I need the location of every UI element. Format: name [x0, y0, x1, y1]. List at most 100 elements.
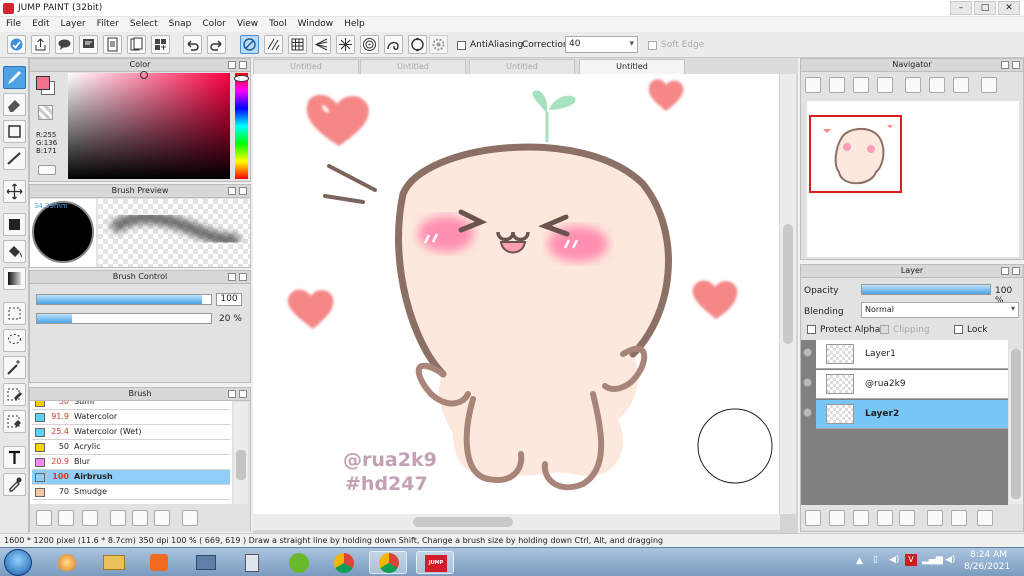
- rotate-reset-icon[interactable]: [953, 77, 969, 93]
- folder-icon[interactable]: [132, 510, 148, 526]
- brush-item[interactable]: 70 Smudge: [32, 485, 230, 500]
- brush-tool[interactable]: [3, 66, 26, 89]
- hue-handle[interactable]: [234, 75, 249, 82]
- close-icon[interactable]: [1012, 267, 1020, 275]
- bucket-icon[interactable]: [3, 240, 26, 263]
- float-icon[interactable]: [228, 390, 236, 398]
- check-circle-icon[interactable]: [7, 35, 26, 54]
- menu-color[interactable]: Color: [196, 17, 231, 29]
- line-tool[interactable]: [3, 147, 26, 170]
- merge-layer-icon[interactable]: [951, 510, 967, 526]
- chrome-icon[interactable]: [325, 551, 363, 574]
- new-raster-layer-icon[interactable]: [829, 510, 845, 526]
- menu-view[interactable]: View: [231, 17, 263, 29]
- duplicate-layer-icon[interactable]: [927, 510, 943, 526]
- maximize-button[interactable]: □: [974, 1, 996, 15]
- layer-item-layer2-selected[interactable]: Layer2: [816, 400, 1008, 429]
- layer-item-layer1[interactable]: Layer1: [816, 340, 1008, 369]
- file-explorer-icon[interactable]: [95, 551, 133, 574]
- perspective-icon[interactable]: [312, 35, 331, 54]
- concentric-circles-icon[interactable]: [360, 35, 379, 54]
- trash-icon[interactable]: [977, 510, 993, 526]
- rotate-icon[interactable]: [905, 77, 921, 93]
- layer-list-scrollbar[interactable]: [1009, 349, 1023, 504]
- layer-item-rua2k9[interactable]: @rua2k9: [816, 370, 1008, 399]
- tab-untitled-3[interactable]: Untitled: [469, 59, 575, 74]
- rect-select-tool[interactable]: [3, 302, 26, 325]
- start-button[interactable]: [4, 549, 32, 576]
- brush-import-icon[interactable]: [110, 510, 126, 526]
- parallel-lines-icon[interactable]: [264, 35, 283, 54]
- lasso-tool[interactable]: [3, 329, 26, 352]
- export-icon[interactable]: [31, 35, 50, 54]
- close-icon[interactable]: [1012, 61, 1020, 69]
- tray-expand-icon[interactable]: ▲: [856, 556, 863, 566]
- brush-opacity-slider[interactable]: [36, 313, 212, 324]
- speech-bubble-icon[interactable]: [55, 35, 74, 54]
- layer-opacity-slider[interactable]: [861, 284, 991, 295]
- rectangle-tool[interactable]: [3, 120, 26, 143]
- menu-layer[interactable]: Layer: [55, 17, 91, 29]
- minimize-button[interactable]: –: [950, 1, 972, 15]
- protect-alpha-checkbox[interactable]: [807, 325, 816, 334]
- navigator-preview[interactable]: [807, 101, 1019, 257]
- network-app-icon[interactable]: [187, 551, 225, 574]
- brush-item[interactable]: 91.9 Watercolor: [32, 410, 230, 425]
- media-player-icon[interactable]: [140, 551, 178, 574]
- antivirus-icon[interactable]: V: [905, 554, 917, 566]
- brush-item[interactable]: 50 Sumi: [32, 401, 230, 410]
- jump-paint-taskbar-icon[interactable]: JUMP PAINT: [416, 551, 454, 574]
- close-icon[interactable]: [239, 273, 247, 281]
- float-icon[interactable]: [228, 187, 236, 195]
- navigator-menu-icon[interactable]: [981, 77, 997, 93]
- document-icon[interactable]: [103, 35, 122, 54]
- soft-edge-checkbox[interactable]: [648, 41, 657, 50]
- foreground-color-swatch[interactable]: [36, 76, 50, 90]
- brush-size-slider[interactable]: [36, 294, 212, 305]
- pages-icon[interactable]: [127, 35, 146, 54]
- brush-list-scrollbar[interactable]: [234, 402, 248, 504]
- close-icon[interactable]: [239, 390, 247, 398]
- new-1bit-layer-icon[interactable]: [853, 510, 869, 526]
- drawing-canvas[interactable]: @rua2k9 #hd247: [253, 74, 779, 514]
- menu-tool[interactable]: Tool: [263, 17, 291, 29]
- text-tool[interactable]: [3, 446, 26, 469]
- gear-icon[interactable]: [429, 35, 448, 54]
- duplicate-icon[interactable]: [154, 510, 170, 526]
- canvas-vertical-scrollbar[interactable]: [780, 74, 796, 514]
- grid-icon[interactable]: [288, 35, 307, 54]
- redo-icon[interactable]: [207, 35, 226, 54]
- curve-icon[interactable]: [384, 35, 403, 54]
- select-pen-tool[interactable]: [3, 383, 26, 406]
- message-icon[interactable]: [79, 35, 98, 54]
- brush-size-value[interactable]: 100: [216, 293, 242, 306]
- fill-square-tool[interactable]: [3, 213, 26, 236]
- clipping-checkbox[interactable]: [880, 325, 889, 334]
- lock-checkbox[interactable]: [954, 325, 963, 334]
- correction-dropdown[interactable]: 40 ▾: [565, 36, 638, 53]
- gradient-tool[interactable]: [3, 267, 26, 290]
- magic-wand-icon[interactable]: [3, 356, 26, 379]
- tab-untitled-1[interactable]: Untitled: [253, 59, 359, 74]
- volume-icon[interactable]: ◀): [889, 555, 899, 565]
- menu-window[interactable]: Window: [292, 17, 339, 29]
- float-icon[interactable]: [228, 273, 236, 281]
- eyedropper-icon[interactable]: [3, 473, 26, 496]
- canvas-horizontal-scrollbar[interactable]: [253, 514, 780, 530]
- float-icon[interactable]: [228, 61, 236, 69]
- close-icon[interactable]: [239, 187, 247, 195]
- select-eraser-tool[interactable]: [3, 410, 26, 433]
- paint-app-icon[interactable]: [48, 551, 86, 574]
- chrome-profile-icon[interactable]: [369, 551, 407, 574]
- tab-untitled-active[interactable]: Untitled: [579, 59, 685, 74]
- menu-filter[interactable]: Filter: [91, 17, 124, 29]
- menu-snap[interactable]: Snap: [163, 17, 197, 29]
- trash-icon[interactable]: [182, 510, 198, 526]
- folder-icon[interactable]: [899, 510, 915, 526]
- antialiasing-checkbox[interactable]: [457, 41, 466, 50]
- tone-layer-icon[interactable]: [877, 510, 893, 526]
- calculator-icon[interactable]: [233, 551, 271, 574]
- radial-lines-icon[interactable]: [336, 35, 355, 54]
- transparent-color-swatch[interactable]: [38, 105, 53, 120]
- menu-help[interactable]: Help: [338, 17, 370, 29]
